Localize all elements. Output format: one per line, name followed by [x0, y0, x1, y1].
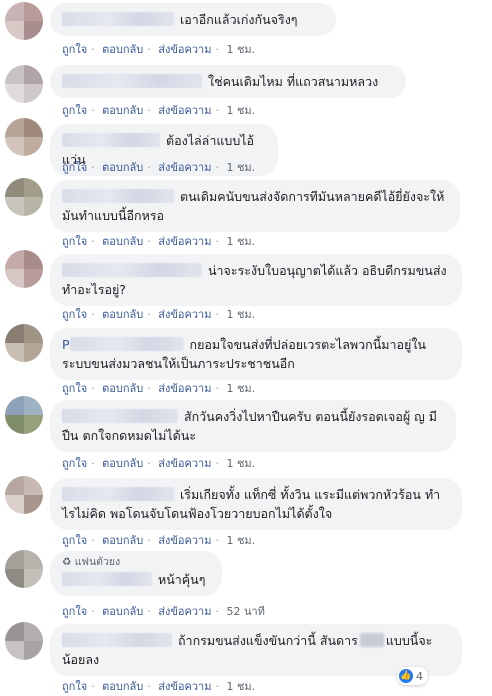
- comment-bubble: ♻ แฟนตัวยง หน้าคุ้นๆ: [50, 551, 222, 596]
- top-fan-badge: ♻ แฟนตัวยง: [62, 556, 121, 568]
- comment-actions: ถูกใจ · ตอบกลับ · ส่งข้อความ · 1 ชม.: [62, 104, 256, 117]
- reply-link[interactable]: ตอบกลับ: [102, 43, 143, 56]
- commenter-name-redacted[interactable]: [62, 409, 178, 423]
- comment-bubble: น่าจะระงับใบอนุญาตได้แล้ว อธิบดีกรมขนส่ง…: [50, 254, 462, 306]
- comment-text: ถ้ากรมขนส่งแข็งขันกว่านี้ สันดาร: [177, 633, 358, 648]
- like-link[interactable]: ถูกใจ: [62, 161, 87, 174]
- reply-link[interactable]: ตอบกลับ: [102, 605, 143, 618]
- send-message-link[interactable]: ส่งข้อความ: [158, 235, 211, 248]
- avatar[interactable]: [5, 476, 43, 514]
- reaction-number: 4: [416, 669, 423, 683]
- timestamp[interactable]: 1 ชม.: [226, 43, 255, 56]
- reply-link[interactable]: ตอบกลับ: [102, 680, 143, 693]
- comment-actions: ถูกใจ · ตอบกลับ · ส่งข้อความ · 1 ชม.: [62, 382, 256, 395]
- timestamp[interactable]: 1 ชม.: [226, 308, 255, 321]
- send-message-link[interactable]: ส่งข้อความ: [158, 605, 211, 618]
- commenter-name-prefix[interactable]: P: [62, 337, 70, 352]
- avatar[interactable]: [5, 250, 43, 288]
- timestamp[interactable]: 1 ชม.: [226, 534, 255, 547]
- send-message-link[interactable]: ส่งข้อความ: [158, 534, 211, 547]
- comment-actions: ถูกใจ · ตอบกลับ · ส่งข้อความ · 1 ชม.: [62, 43, 256, 56]
- timestamp[interactable]: 1 ชม.: [226, 235, 255, 248]
- comment-actions: ถูกใจ · ตอบกลับ · ส่งข้อความ · 1 ชม.: [62, 161, 256, 174]
- send-message-link[interactable]: ส่งข้อความ: [158, 43, 211, 56]
- reply-link[interactable]: ตอบกลับ: [102, 161, 143, 174]
- like-link[interactable]: ถูกใจ: [62, 534, 87, 547]
- like-link[interactable]: ถูกใจ: [62, 680, 87, 693]
- comment-actions: ถูกใจ · ตอบกลับ · ส่งข้อความ · 1 ชม.: [62, 457, 256, 470]
- reply-link[interactable]: ตอบกลับ: [102, 457, 143, 470]
- reaction-count[interactable]: 👍 4: [397, 667, 428, 685]
- timestamp[interactable]: 1 ชม.: [226, 457, 255, 470]
- like-link[interactable]: ถูกใจ: [62, 43, 87, 56]
- commenter-name-redacted[interactable]: [62, 74, 202, 88]
- avatar[interactable]: [5, 118, 43, 156]
- comment-bubble: ใช่คนเดิมไหม ที่แถวสนามหลวง: [50, 65, 406, 98]
- comment-bubble: ถ้ากรมขนส่งแข็งขันกว่านี้ สันดาร แบบนี้จะ…: [50, 624, 462, 685]
- reply-link[interactable]: ตอบกลับ: [102, 235, 143, 248]
- comment-bubble: P กยอมใจขนส่งที่ปล่อยเวรตะไลพวกนี้มาอยู่…: [50, 328, 462, 380]
- comment-bubble: สักวันคงวิ่งไปหาปืนครับ ตอนนี้ยังรอดเจอผ…: [50, 400, 456, 452]
- comment-actions: ถูกใจ · ตอบกลับ · ส่งข้อความ · 1 ชม.: [62, 235, 256, 248]
- like-link[interactable]: ถูกใจ: [62, 308, 87, 321]
- commenter-name-redacted[interactable]: [62, 263, 202, 277]
- comment-bubble: ตนเดิมคนับขนส่งจัดการทีมันหลายคดีไอ้ยี่ย…: [50, 180, 460, 232]
- timestamp[interactable]: 1 ชม.: [226, 382, 255, 395]
- comment-bubble: เริ่มเกียจทั้ง แท็กซี่ ทั้งวิน แระมีแต่พ…: [50, 478, 462, 530]
- comment-actions: ถูกใจ · ตอบกลับ · ส่งข้อความ · 52 นาที: [62, 605, 265, 618]
- avatar[interactable]: [5, 550, 43, 588]
- avatar[interactable]: [5, 178, 43, 216]
- like-link[interactable]: ถูกใจ: [62, 382, 87, 395]
- comment-bubble: เอาอีกแล้วเก่งกันจริงๆ: [50, 3, 336, 36]
- comment-text: เอาอีกแล้วเก่งกันจริงๆ: [179, 12, 298, 27]
- commenter-name-redacted[interactable]: [62, 633, 172, 647]
- avatar[interactable]: [5, 396, 43, 434]
- comment-text: หน้าคุ้นๆ: [157, 572, 206, 587]
- commenter-name-redacted[interactable]: [62, 487, 174, 501]
- send-message-link[interactable]: ส่งข้อความ: [158, 104, 211, 117]
- send-message-link[interactable]: ส่งข้อความ: [158, 680, 211, 693]
- avatar[interactable]: [5, 2, 43, 40]
- reply-link[interactable]: ตอบกลับ: [102, 382, 143, 395]
- send-message-link[interactable]: ส่งข้อความ: [158, 457, 211, 470]
- send-message-link[interactable]: ส่งข้อความ: [158, 308, 211, 321]
- commenter-name-redacted[interactable]: [62, 12, 174, 26]
- avatar[interactable]: [5, 622, 43, 660]
- send-message-link[interactable]: ส่งข้อความ: [158, 382, 211, 395]
- reply-link[interactable]: ตอบกลับ: [102, 104, 143, 117]
- timestamp[interactable]: 1 ชม.: [226, 680, 255, 693]
- comment-actions: ถูกใจ · ตอบกลับ · ส่งข้อความ · 1 ชม.: [62, 534, 256, 547]
- like-link[interactable]: ถูกใจ: [62, 457, 87, 470]
- comment-actions: ถูกใจ · ตอบกลับ · ส่งข้อความ · 1 ชม.: [62, 308, 256, 321]
- like-link[interactable]: ถูกใจ: [62, 235, 87, 248]
- send-message-link[interactable]: ส่งข้อความ: [158, 161, 211, 174]
- avatar[interactable]: [5, 65, 43, 103]
- like-link[interactable]: ถูกใจ: [62, 104, 87, 117]
- thumbs-up-icon: 👍: [399, 669, 413, 683]
- like-link[interactable]: ถูกใจ: [62, 605, 87, 618]
- commenter-name-redacted[interactable]: [62, 189, 174, 203]
- reply-link[interactable]: ตอบกลับ: [102, 534, 143, 547]
- redacted-word: [359, 633, 384, 647]
- commenter-name-redacted[interactable]: [69, 337, 184, 351]
- avatar[interactable]: [5, 324, 43, 362]
- comment-actions: ถูกใจ · ตอบกลับ · ส่งข้อความ · 1 ชม.: [62, 680, 256, 693]
- timestamp[interactable]: 1 ชม.: [226, 104, 255, 117]
- commenter-name-redacted[interactable]: [62, 133, 160, 147]
- reply-link[interactable]: ตอบกลับ: [102, 308, 143, 321]
- commenter-name-redacted[interactable]: [62, 572, 152, 586]
- timestamp[interactable]: 52 นาที: [226, 605, 264, 618]
- comment-text: ใช่คนเดิมไหม ที่แถวสนามหลวง: [207, 74, 379, 89]
- timestamp[interactable]: 1 ชม.: [226, 161, 255, 174]
